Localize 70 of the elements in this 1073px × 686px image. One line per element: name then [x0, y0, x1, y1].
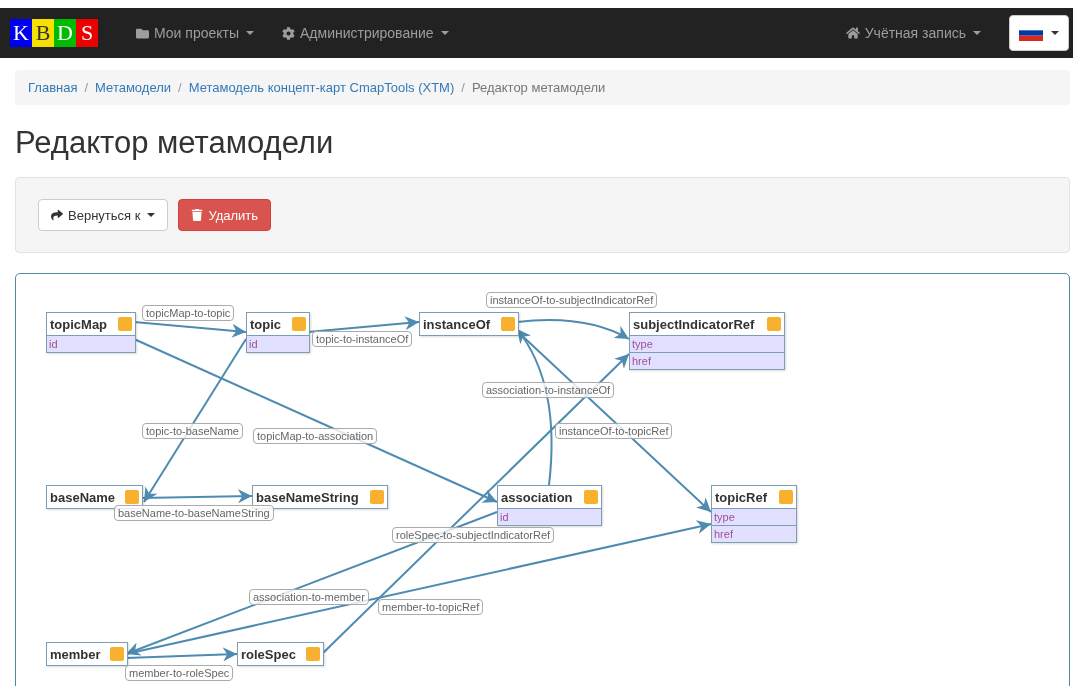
- node-name: baseName: [50, 489, 116, 505]
- class-node[interactable]: instanceOf: [419, 312, 519, 336]
- edge-label: topic-to-baseName: [142, 423, 243, 439]
- node-name: topicRef: [715, 489, 767, 505]
- caret-icon: [147, 213, 156, 217]
- class-node[interactable]: topicRef type href: [711, 485, 797, 543]
- edge-label: member-to-roleSpec: [125, 665, 234, 681]
- account-menu[interactable]: Учётная запись: [831, 25, 995, 41]
- home-icon: [845, 26, 860, 40]
- breadcrumb-link[interactable]: Главная: [28, 80, 78, 95]
- edge-label: topic-to-instanceOf: [312, 331, 413, 347]
- node-name: member: [50, 646, 101, 662]
- node-attribute: href: [630, 352, 784, 369]
- breadcrumb-separator: /: [84, 80, 89, 95]
- breadcrumb-separator: /: [461, 80, 465, 95]
- language-button[interactable]: [1009, 15, 1069, 51]
- node-name: association: [501, 489, 573, 505]
- node-name: baseNameString: [256, 489, 359, 505]
- edge-label: instanceOf-to-subjectIndicatorRef: [486, 292, 658, 308]
- square-icon: [767, 317, 781, 331]
- node-attribute: type: [630, 335, 784, 352]
- node-name: topicMap: [50, 316, 108, 332]
- square-icon: [501, 317, 515, 331]
- breadcrumb-link[interactable]: Метамодели: [95, 80, 172, 95]
- square-icon: [584, 490, 598, 504]
- edge-label: topicMap-to-topic: [142, 305, 235, 321]
- edge-label: association-to-member: [249, 589, 369, 605]
- breadcrumb-link[interactable]: Метамодель концепт-карт CmapTools (XTM): [188, 80, 455, 95]
- breadcrumb-separator: /: [178, 80, 182, 95]
- class-node[interactable]: topic id: [246, 312, 310, 353]
- node-attribute: id: [247, 335, 309, 352]
- square-icon: [292, 317, 306, 331]
- class-node[interactable]: subjectIndicatorRef type href: [629, 312, 785, 370]
- gear-icon: [282, 26, 295, 40]
- node-name: roleSpec: [241, 646, 296, 662]
- edge-label: roleSpec-to-subjectIndicatorRef: [392, 527, 555, 543]
- node-attribute: href: [712, 525, 796, 542]
- folder-icon: [136, 26, 149, 40]
- node-attribute: id: [498, 508, 601, 525]
- class-node[interactable]: roleSpec: [237, 642, 324, 666]
- back-button[interactable]: Вернуться к: [38, 199, 169, 231]
- square-icon: [118, 317, 132, 331]
- arrow-icon: [51, 209, 63, 221]
- nav-menu[interactable]: Мои проекты: [122, 25, 268, 41]
- class-node[interactable]: association id: [497, 485, 602, 526]
- nav-menu[interactable]: Администрирование: [268, 25, 463, 41]
- square-icon: [779, 490, 793, 504]
- edge-label: association-to-instanceOf: [482, 382, 615, 398]
- node-name: subjectIndicatorRef: [633, 316, 755, 332]
- square-icon: [125, 490, 139, 504]
- delete-button[interactable]: Удалить: [178, 199, 272, 231]
- trash-icon: [191, 209, 204, 221]
- edge-label: instanceOf-to-topicRef: [555, 423, 673, 439]
- current-page-title: Редактор метамодели: [471, 80, 606, 95]
- class-node[interactable]: topicMap id: [46, 312, 136, 353]
- edge-label: member-to-topicRef: [378, 599, 484, 615]
- edge-label: topicMap-to-association: [253, 428, 378, 444]
- edge-label: baseName-to-baseNameString: [114, 505, 274, 521]
- node-attribute: id: [47, 335, 135, 352]
- square-icon: [110, 647, 124, 661]
- page-title: Редактор метамодели: [15, 125, 335, 161]
- class-node[interactable]: baseName: [46, 485, 143, 509]
- node-name: topic: [250, 316, 282, 332]
- square-icon: [306, 647, 320, 661]
- square-icon: [370, 490, 384, 504]
- node-name: instanceOf: [423, 316, 491, 332]
- class-node[interactable]: baseNameString: [252, 485, 388, 509]
- logo[interactable]: K B D S: [10, 19, 98, 47]
- class-node[interactable]: member: [46, 642, 128, 666]
- node-attribute: type: [712, 508, 796, 525]
